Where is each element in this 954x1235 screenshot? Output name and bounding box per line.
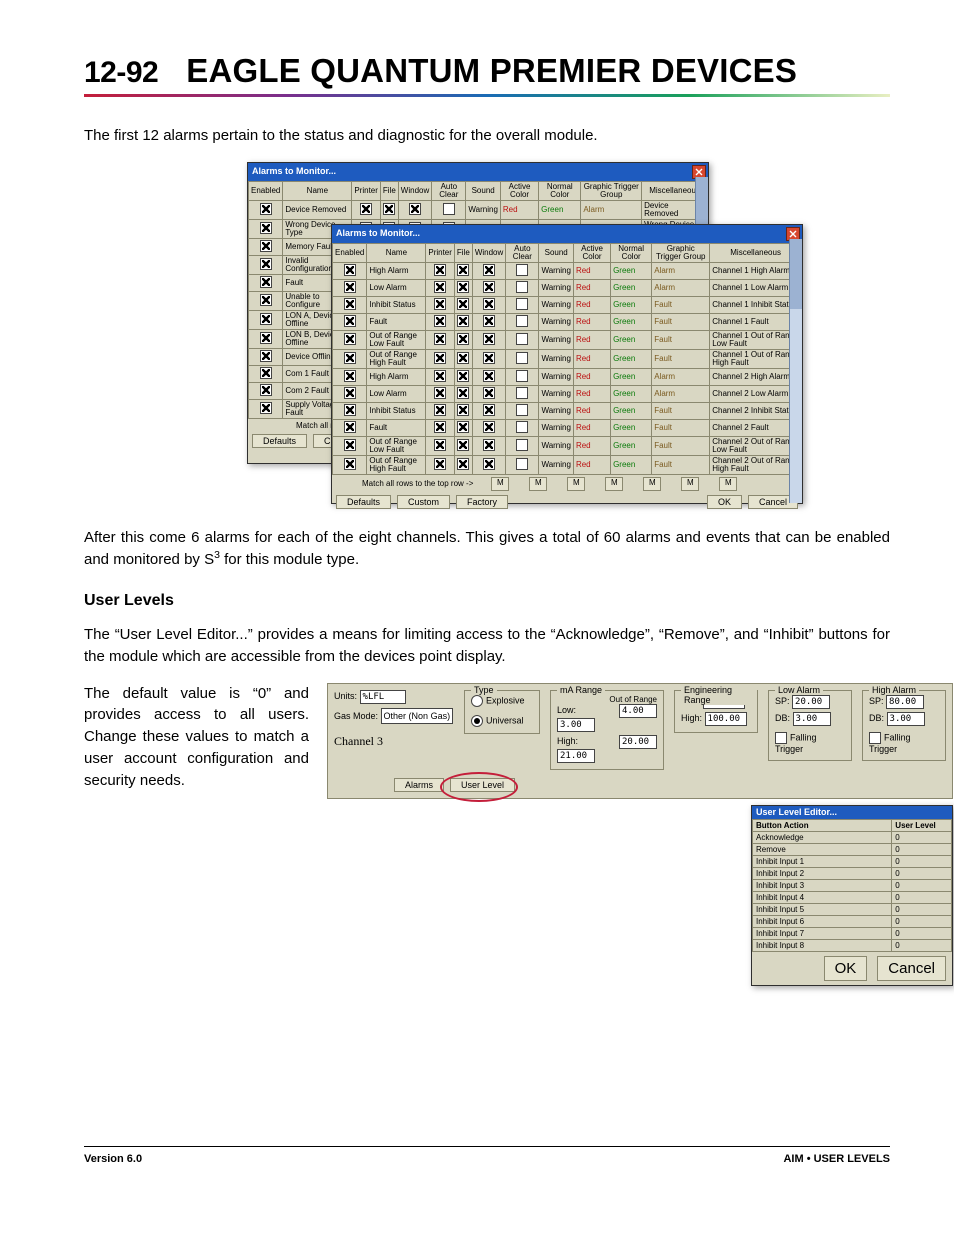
paragraph-4: The default value is “0” and provides ac… bbox=[84, 683, 309, 792]
footer-section: AIM • USER LEVELS bbox=[783, 1153, 890, 1165]
oor-low-input[interactable]: 3.00 bbox=[557, 718, 595, 732]
match-button[interactable]: M bbox=[605, 477, 623, 491]
units-label: Units: bbox=[334, 691, 357, 701]
page-footer: Version 6.0 AIM • USER LEVELS bbox=[84, 1146, 890, 1165]
cancel-button[interactable]: Cancel bbox=[877, 956, 946, 982]
factory-button[interactable]: Factory bbox=[456, 495, 508, 509]
user-level-button[interactable]: User Level bbox=[450, 778, 515, 792]
alarms-button[interactable]: Alarms bbox=[394, 778, 444, 792]
match-row-label: Match all rows to the top row -> bbox=[362, 479, 473, 488]
defaults-button[interactable]: Defaults bbox=[336, 495, 391, 509]
high-sp-input[interactable]: 80.00 bbox=[886, 695, 924, 709]
page-title: EAGLE QUANTUM PREMIER DEVICES bbox=[186, 54, 797, 87]
gasmode-select[interactable]: Other (Non Gas) bbox=[381, 708, 454, 724]
radio-universal[interactable] bbox=[471, 715, 483, 727]
user-level-editor-window: User Level Editor... Button ActionUser L… bbox=[751, 805, 953, 987]
titlebar-front: Alarms to Monitor... bbox=[332, 225, 802, 243]
eng-high-input[interactable]: 100.00 bbox=[705, 712, 747, 726]
footer-version: Version 6.0 bbox=[84, 1153, 142, 1165]
low-sp-input[interactable]: 20.00 bbox=[792, 695, 830, 709]
match-button[interactable]: M bbox=[643, 477, 661, 491]
low-falling-checkbox[interactable] bbox=[775, 732, 787, 744]
channel-title: Channel 3 bbox=[334, 734, 454, 749]
low-db-input[interactable]: 3.00 bbox=[793, 712, 831, 726]
scrollbar[interactable] bbox=[789, 239, 802, 503]
low-alarm-label: Low Alarm bbox=[775, 685, 823, 695]
type-group-label: Type bbox=[471, 685, 497, 695]
out-of-range-label: Out of Range bbox=[557, 695, 657, 704]
ok-button[interactable]: OK bbox=[824, 956, 868, 982]
ma-range-label: mA Range bbox=[557, 685, 605, 695]
alarms-table-front: EnabledNamePrinterFileWindowAuto ClearSo… bbox=[332, 243, 802, 475]
gasmode-label: Gas Mode: bbox=[334, 711, 378, 721]
page-number: 12-92 bbox=[84, 58, 158, 88]
units-input[interactable]: %LFL bbox=[360, 690, 406, 704]
custom-button[interactable]: Custom bbox=[397, 495, 450, 509]
page-header: 12-92 EAGLE QUANTUM PREMIER DEVICES bbox=[84, 54, 890, 88]
radio-explosive[interactable] bbox=[471, 695, 483, 707]
ma-high-input[interactable]: 20.00 bbox=[619, 735, 657, 749]
ma-low-input[interactable]: 4.00 bbox=[619, 704, 657, 718]
channel-config-panel: Units: %LFL Gas Mode: Other (Non Gas) Ch… bbox=[327, 683, 953, 799]
match-button[interactable]: M bbox=[567, 477, 585, 491]
section-heading-user-levels: User Levels bbox=[84, 593, 890, 609]
match-button[interactable]: M bbox=[529, 477, 547, 491]
intro-paragraph: The first 12 alarms pertain to the statu… bbox=[84, 125, 890, 147]
user-level-table: Button ActionUser LevelAcknowledge0Remov… bbox=[752, 819, 952, 952]
paragraph-2: After this come 6 alarms for each of the… bbox=[84, 527, 890, 572]
window-title: Alarms to Monitor... bbox=[336, 229, 420, 238]
header-rule bbox=[84, 94, 890, 97]
alarms-window-front: Alarms to Monitor... EnabledNamePrinterF… bbox=[331, 224, 803, 504]
match-button[interactable]: M bbox=[491, 477, 509, 491]
figure-alarms: Alarms to Monitor... EnabledNamePrinterF… bbox=[84, 162, 890, 509]
high-db-input[interactable]: 3.00 bbox=[887, 712, 925, 726]
match-button[interactable]: M bbox=[681, 477, 699, 491]
window-title: Alarms to Monitor... bbox=[252, 167, 336, 176]
titlebar-back: Alarms to Monitor... bbox=[248, 163, 708, 181]
oor-high-input[interactable]: 21.00 bbox=[557, 749, 595, 763]
high-alarm-label: High Alarm bbox=[869, 685, 919, 695]
titlebar-ule: User Level Editor... bbox=[752, 806, 952, 819]
defaults-button[interactable]: Defaults bbox=[252, 434, 307, 448]
high-falling-checkbox[interactable] bbox=[869, 732, 881, 744]
eng-range-label: Engineering Range bbox=[681, 685, 757, 705]
paragraph-3: The “User Level Editor...” provides a me… bbox=[84, 624, 890, 668]
window-title: User Level Editor... bbox=[756, 808, 837, 817]
ok-button[interactable]: OK bbox=[707, 495, 742, 509]
match-button[interactable]: M bbox=[719, 477, 737, 491]
